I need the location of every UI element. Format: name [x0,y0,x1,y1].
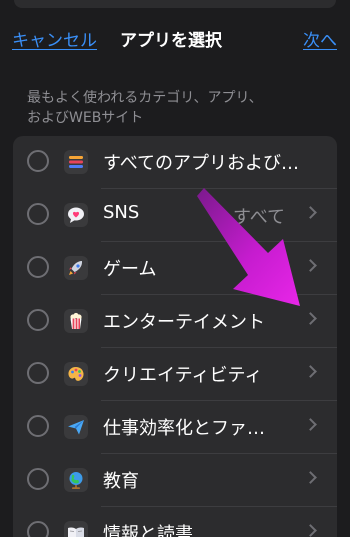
category-label: エンターテイメント [103,312,265,333]
category-row-sns[interactable]: SNS すべて [13,189,337,242]
radio-button[interactable] [27,309,49,331]
chevron-right-icon [304,418,317,431]
category-label: 教育 [103,471,139,492]
category-detail: すべて [232,207,285,228]
previous-sheet-edge [14,0,336,8]
category-label: 情報と読書 [103,524,193,537]
radio-button[interactable] [27,150,49,172]
layers-stack-icon [64,150,88,174]
radio-button[interactable] [27,415,49,437]
chevron-right-icon [304,524,317,537]
app-picker-screen: キャンセル アプリを選択 次へ 最もよく使われるカテゴリ、アプリ、 およびWEB… [0,0,350,537]
section-caption-line-1: 最もよく使われるカテゴリ、アプリ、 [27,90,263,106]
chat-bubble-heart-icon [64,203,88,227]
cancel-button[interactable]: キャンセル [12,26,97,51]
category-label: クリエイティビティ [103,365,263,386]
category-row-all-apps[interactable]: すべてのアプリおよび… [13,136,337,189]
category-label: SNS [103,202,140,223]
category-row-productivity[interactable]: 仕事効率化とファ… [13,401,337,454]
category-label: ゲーム [103,259,157,280]
radio-button[interactable] [27,203,49,225]
category-list: すべてのアプリおよび… SNS すべて ゲーム エンターテイメント クリエイティ… [13,136,337,537]
rocket-icon [64,256,88,280]
paint-palette-icon [64,362,88,386]
chevron-right-icon [304,365,317,378]
category-label: 仕事効率化とファ… [103,418,265,439]
open-book-icon [64,521,88,537]
category-row-games[interactable]: ゲーム [13,242,337,295]
category-label: すべてのアプリおよび… [103,153,300,174]
section-caption: 最もよく使われるカテゴリ、アプリ、 およびWEBサイト [27,88,327,128]
page-title: アプリを選択 [120,31,222,51]
navigation-bar: キャンセル アプリを選択 次へ [0,24,350,52]
next-button[interactable]: 次へ [303,26,337,51]
radio-button[interactable] [27,256,49,278]
category-row-entertainment[interactable]: エンターテイメント [13,295,337,348]
paper-plane-icon [64,415,88,439]
chevron-right-icon [304,259,317,272]
popcorn-icon [64,309,88,333]
radio-button[interactable] [27,468,49,490]
category-row-education[interactable]: 教育 [13,454,337,507]
chevron-right-icon [304,471,317,484]
radio-button[interactable] [27,521,49,537]
category-row-reading[interactable]: 情報と読書 [13,507,337,537]
radio-button[interactable] [27,362,49,384]
section-caption-line-2: およびWEBサイト [27,110,144,126]
category-row-creativity[interactable]: クリエイティビティ [13,348,337,401]
chevron-right-icon [304,312,317,325]
globe-icon [64,468,88,492]
chevron-right-icon [304,206,317,219]
